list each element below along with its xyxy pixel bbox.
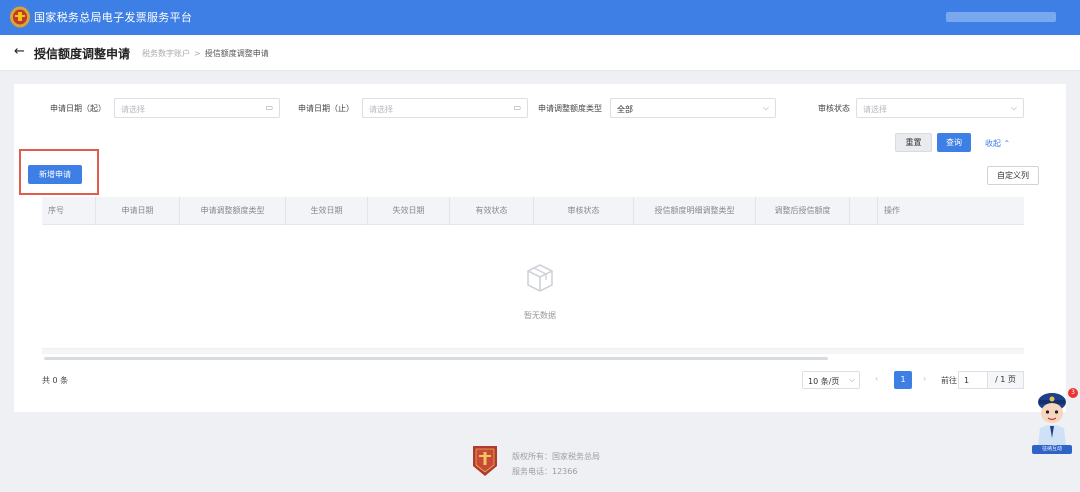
next-page-button[interactable]: › [923,374,926,383]
empty-box-icon [527,264,553,292]
user-account-info[interactable] [946,12,1056,22]
horizontal-scrollbar[interactable] [42,348,1024,354]
chevron-down-icon: ⌵ [848,375,855,384]
page-number-1[interactable]: 1 [894,371,912,389]
column-header: 序号 [42,197,96,225]
column-header: 申请调整额度类型 [180,197,286,225]
chevron-up-icon: ⌃ [1003,139,1011,148]
page-size-select[interactable]: 10 条/页 ⌵ [802,371,860,389]
assistant-figure-icon [1038,393,1066,446]
adjust-type-select[interactable]: 全部 ⌵ [610,98,776,118]
notification-badge: 3 [1068,388,1078,398]
custom-columns-button[interactable]: 自定义列 [987,166,1039,185]
tax-bureau-logo-icon [473,446,497,476]
start-date-label: 申请日期（起） [50,104,106,113]
page-header: ← 授信额度调整申请 税务数字账户 > 授信额度调整申请 [0,35,1080,71]
reset-button[interactable]: 重置 [895,133,932,152]
column-header: 调整后授信额度 [756,197,850,225]
start-date-picker[interactable]: 请选择 ▭ [114,98,280,118]
breadcrumb-item-account[interactable]: 税务数字账户 [142,49,190,58]
chevron-down-icon: ⌵ [762,103,769,112]
footer-copyright: 版权所有：国家税务总局 [512,452,600,461]
end-date-picker[interactable]: 请选择 ▭ [362,98,528,118]
calendar-icon: ▭ [265,103,273,112]
chevron-down-icon: ⌵ [1010,103,1017,112]
tax-emblem-icon [10,6,30,28]
add-application-button[interactable]: 新增申请 [28,165,82,184]
adjust-type-value: 全部 [617,105,633,114]
column-header: 失效日期 [368,197,450,225]
audit-status-select[interactable]: 请选择 ⌵ [856,98,1024,118]
total-count: 共 0 条 [42,376,69,385]
breadcrumb-separator: > [194,49,201,58]
prev-page-button[interactable]: ‹ [875,374,878,383]
column-header: 授信额度明细调整类型 [634,197,756,225]
scrollbar-thumb[interactable] [44,357,828,360]
footer-service-phone: 服务电话：12366 [512,467,578,476]
assistant-label: 征纳互动 [1032,445,1072,454]
column-header: 申请日期 [96,197,180,225]
column-header [850,197,878,225]
total-pages: / 1 页 [988,371,1024,389]
column-header: 有效状态 [450,197,534,225]
table-header: 序号 申请日期 申请调整额度类型 生效日期 失效日期 有效状态 审核状态 授信额… [42,197,1024,225]
breadcrumb-item-current: 授信额度调整申请 [204,49,269,58]
query-button[interactable]: 查询 [937,133,971,152]
adjust-type-label: 申请调整额度类型 [538,104,602,113]
top-bar: 国家税务总局电子发票服务平台 [0,0,1080,35]
start-date-placeholder: 请选择 [121,105,145,114]
audit-status-placeholder: 请选择 [863,105,887,114]
column-header: 操作 [884,206,900,215]
back-arrow-icon[interactable]: ← [14,44,25,59]
page-title: 授信额度调整申请 [34,47,131,61]
calendar-icon: ▭ [513,103,521,112]
assistant-avatar[interactable]: 3 征纳互动 [1030,388,1078,454]
end-date-label: 申请日期（止） [298,104,354,113]
platform-title: 国家税务总局电子发票服务平台 [34,11,193,24]
breadcrumb: 税务数字账户 > 授信额度调整申请 [142,48,269,59]
jump-label: 前往 [941,376,957,385]
empty-text: 暂无数据 [524,311,556,320]
jump-page-input[interactable]: 1 [958,371,988,389]
column-header: 生效日期 [286,197,368,225]
collapse-label: 收起 [985,139,1001,148]
collapse-link[interactable]: 收起 ⌃ [985,138,1010,149]
end-date-placeholder: 请选择 [369,105,393,114]
column-header: 审核状态 [534,197,634,225]
page-size-value: 10 条/页 [808,377,840,386]
audit-status-label: 审核状态 [818,104,850,113]
